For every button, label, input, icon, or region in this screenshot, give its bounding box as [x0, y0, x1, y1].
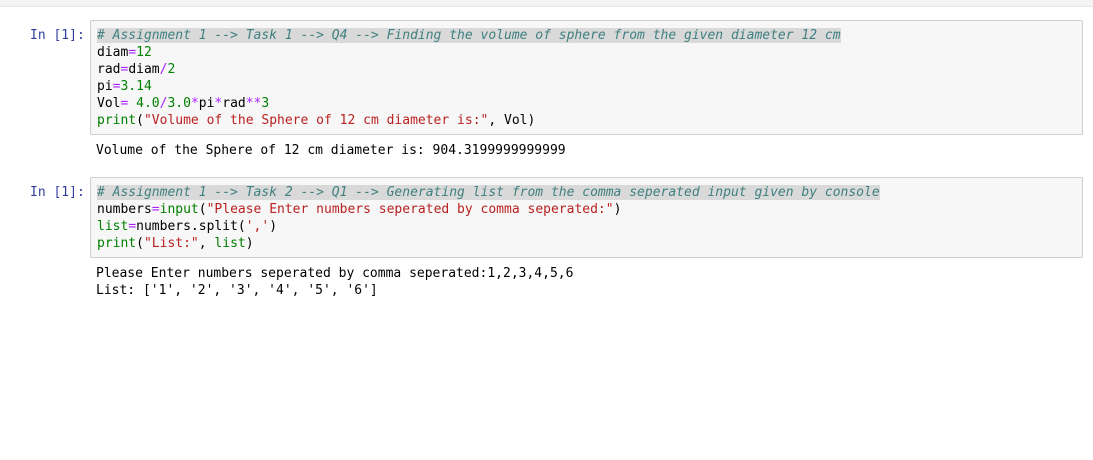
code-token: = [151, 202, 160, 217]
code-line-2: diam=12 [97, 44, 1077, 61]
code-line-1: # Assignment 1 --> Task 2 --> Q1 --> Gen… [97, 184, 1077, 201]
code-token: = [128, 219, 137, 234]
code-comment: # Assignment 1 --> Task 2 --> Q1 --> Gen… [97, 185, 880, 200]
code-token: Vol [97, 96, 121, 111]
code-token: ( [136, 236, 144, 251]
code-token: ( [198, 202, 207, 217]
code-token: "Please Enter numbers seperated by comma… [206, 202, 614, 217]
code-token: , Vol) [488, 113, 536, 128]
code-token: 4.0 [136, 96, 160, 111]
code-token: "List:" [143, 236, 199, 251]
output-line: Volume of the Sphere of 12 cm diameter i… [96, 143, 566, 158]
cell-output: Please Enter numbers seperated by comma … [96, 265, 573, 299]
code-token: = [128, 45, 137, 60]
code-token: 2 [167, 62, 176, 77]
code-token: list [97, 219, 129, 234]
code-token: diam [97, 45, 129, 60]
code-token: ) [613, 202, 622, 217]
code-token: "Volume of the Sphere of 12 cm diameter … [143, 113, 489, 128]
cell-output: Volume of the Sphere of 12 cm diameter i… [96, 142, 566, 159]
code-token: rad [222, 96, 246, 111]
code-token: ) [269, 219, 278, 234]
code-token: 3.0 [167, 96, 191, 111]
code-line-1: # Assignment 1 --> Task 1 --> Q4 --> Fin… [97, 27, 1077, 44]
top-bar [0, 0, 1093, 7]
code-token: 12 [136, 45, 152, 60]
code-token: ( [136, 113, 144, 128]
code-line-3: list=numbers.split(',') [97, 218, 1077, 235]
code-token: pi [97, 79, 113, 94]
code-token: numbers.split( [136, 219, 246, 234]
code-token: input [159, 202, 199, 217]
code-token: * [190, 96, 199, 111]
code-token: ** [245, 96, 262, 111]
code-token: diam [128, 62, 160, 77]
code-token: rad [97, 62, 121, 77]
code-token: ) [245, 236, 254, 251]
code-line-4: pi=3.14 [97, 78, 1077, 95]
input-prompt: In [1]: [30, 185, 85, 200]
code-line-5: Vol= 4.0/3.0*pi*rad**3 [97, 95, 1077, 112]
code-token: numbers [97, 202, 152, 217]
code-line-3: rad=diam/2 [97, 61, 1077, 78]
code-token: list [214, 236, 246, 251]
input-prompt: In [1]: [30, 28, 85, 43]
code-comment: # Assignment 1 --> Task 1 --> Q4 --> Fin… [97, 28, 841, 43]
code-token: 3 [261, 96, 270, 111]
code-token: 3.14 [120, 79, 152, 94]
code-line-2: numbers=input("Please Enter numbers sepe… [97, 201, 1077, 218]
code-input-area[interactable]: # Assignment 1 --> Task 2 --> Q1 --> Gen… [90, 177, 1083, 258]
code-token: print [97, 113, 137, 128]
code-token: ',' [245, 219, 270, 234]
output-line: List: ['1', '2', '3', '4', '5', '6'] [96, 283, 378, 298]
code-token: , [198, 236, 215, 251]
code-token: pi [198, 96, 215, 111]
code-token: print [97, 236, 137, 251]
code-input-area[interactable]: # Assignment 1 --> Task 1 --> Q4 --> Fin… [90, 20, 1083, 135]
code-line-4: print("List:", list) [97, 235, 1077, 252]
output-line: Please Enter numbers seperated by comma … [96, 266, 574, 281]
code-line-6: print("Volume of the Sphere of 12 cm dia… [97, 112, 1077, 129]
